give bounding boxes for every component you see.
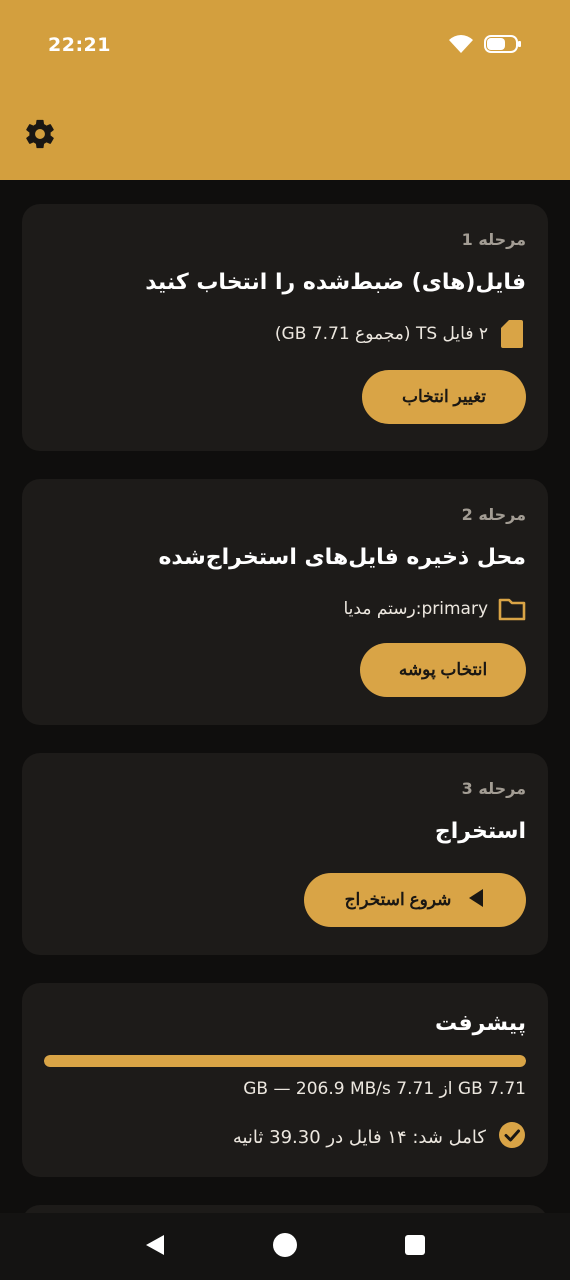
completion-status: کامل شد: ۱۴ فایل در 39.30 ثانیه [233,1121,526,1154]
wifi-icon [448,34,474,58]
step-card-1: مرحله 1 فایل(های) ضبط‌شده را انتخاب کنید… [22,204,548,451]
back-triangle-icon [143,1233,167,1261]
start-extraction-button[interactable]: شروع استخراج [304,873,526,927]
output-folder-info: primary:رستم مدیا [343,595,526,623]
nav-home-button[interactable] [265,1227,305,1267]
progress-card: پیشرفت 7.71 GB از 7.71 GB — 206.9 MB/s ک… [22,983,548,1177]
status-icons [448,34,522,58]
folder-icon [498,595,526,623]
info-text: ۲ فایل TS (مجموع 7.71 GB) [274,324,488,344]
choose-folder-button[interactable]: انتخاب پوشه [360,643,526,697]
button-label: شروع استخراج [344,890,452,909]
step-label: مرحله 2 [461,505,526,524]
app-screen: 22:21 مرحله 1 [0,0,570,1280]
check-circle-icon [498,1121,526,1154]
step-card-2: مرحله 2 محل ذخیره فایل‌های استخراج‌شده p… [22,479,548,725]
info-text: primary:رستم مدیا [343,599,488,619]
recents-square-icon [404,1234,426,1260]
progress-bar [44,1055,526,1067]
card-title: محل ذخیره فایل‌های استخراج‌شده [158,545,526,570]
nav-back-button[interactable] [135,1227,175,1267]
app-bar: 22:21 [0,0,570,180]
settings-button[interactable] [22,118,58,154]
progress-title: پیشرفت [434,1011,526,1036]
completion-text: کامل شد: ۱۴ فایل در 39.30 ثانیه [232,1127,486,1148]
play-icon [469,888,485,912]
status-time: 22:21 [48,34,111,56]
home-circle-icon [272,1232,298,1262]
card-title: استخراج [434,819,526,844]
step-label: مرحله 3 [461,779,526,798]
gear-icon [23,117,57,155]
system-nav-bar [0,1213,570,1280]
file-icon [498,320,526,348]
step-label: مرحله 1 [461,230,526,249]
nav-recents-button[interactable] [395,1227,435,1267]
selected-files-info: ۲ فایل TS (مجموع 7.71 GB) [275,320,526,348]
progress-stats: 7.71 GB از 7.71 GB — 206.9 MB/s [243,1079,526,1099]
step-card-3: مرحله 3 استخراج شروع استخراج [22,753,548,955]
progress-fill [44,1055,526,1067]
button-label: تغییر انتخاب [401,387,487,406]
battery-icon [484,34,522,58]
change-selection-button[interactable]: تغییر انتخاب [362,370,526,424]
button-label: انتخاب پوشه [398,660,488,679]
card-title: فایل(های) ضبط‌شده را انتخاب کنید [145,270,526,295]
